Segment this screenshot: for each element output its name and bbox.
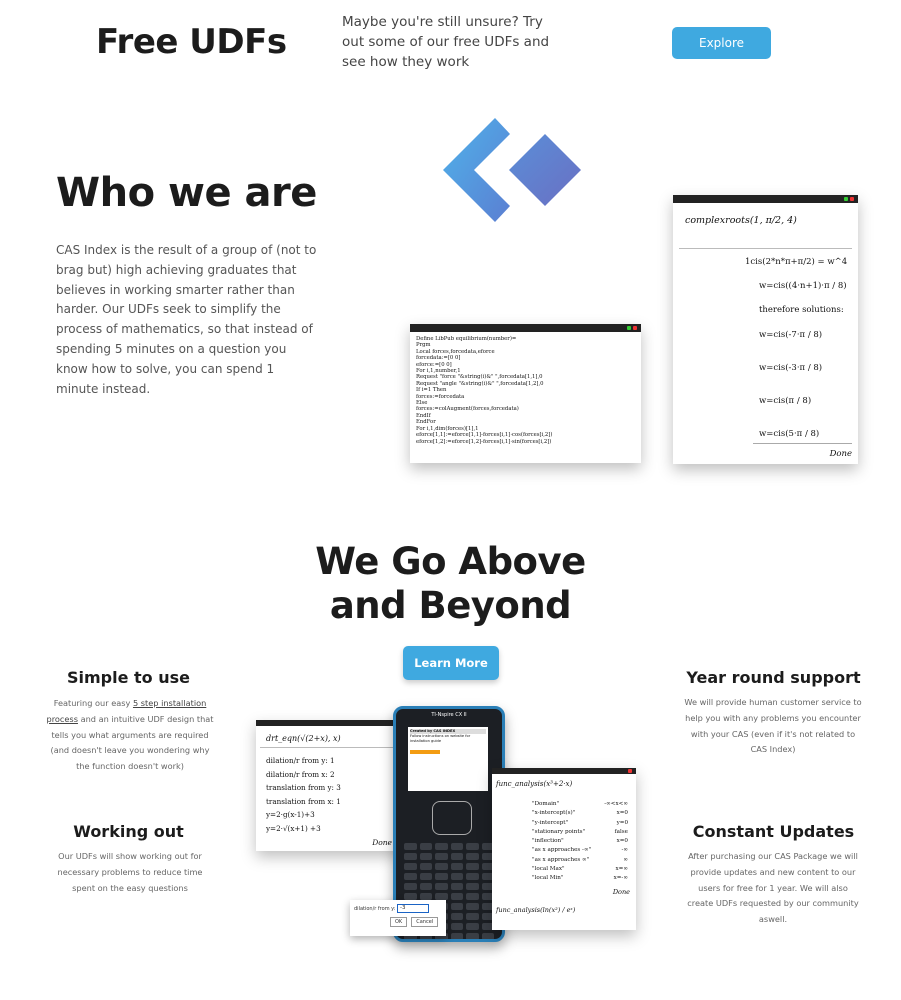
func-analysis-row: "y-intercept" y=0 — [532, 819, 628, 828]
learn-more-button[interactable]: Learn More — [403, 646, 499, 680]
divider — [753, 443, 852, 444]
complexroots-input: complexroots(1, π/2, 4) — [679, 203, 852, 249]
calculator-touchpad — [432, 801, 472, 835]
above-beyond-title-line2: and Beyond — [329, 584, 572, 627]
func-analysis-key: "stationary points" — [532, 828, 586, 835]
drt-line: translation from y: 3 — [266, 783, 341, 792]
func-analysis-key: "y-intercept" — [532, 819, 569, 826]
window-bar — [673, 195, 858, 203]
calculator-screen-text: Follow instructions on website for insta… — [410, 734, 471, 743]
explore-button[interactable]: Explore — [672, 27, 771, 59]
done-label: Done — [829, 449, 852, 459]
func-analysis-value: false — [614, 828, 628, 835]
done-label: Done — [612, 888, 630, 896]
func-analysis-next-input: func_analysis(ln(x²) / eˣ) — [496, 906, 576, 914]
complexroots-solution: w=cis(π / 8) — [759, 395, 812, 406]
func-analysis-key: "as x approaches -∞" — [532, 847, 592, 854]
drt-line: dilation/r from y: 1 — [266, 756, 335, 765]
func-analysis-value: ∞ — [623, 856, 628, 863]
code-line: eforce[1,2]:=eforce[1,2]-forces[i,1]·sin… — [416, 438, 552, 445]
done-label: Done — [372, 838, 392, 847]
above-beyond-title-line1: We Go Above — [315, 540, 586, 583]
func-analysis-value: x=0 — [616, 838, 628, 845]
func-analysis-row: "inflection" x=0 — [532, 837, 628, 846]
feature-text-updates: After purchasing our CAS Package we will… — [687, 851, 859, 925]
window-dot — [627, 326, 631, 330]
drt-eqn-input: drt_eqn(√(2+x), x) — [260, 726, 398, 748]
func-analysis-row: "as x approaches ∞" ∞ — [532, 856, 628, 865]
window-bar — [410, 324, 641, 332]
func-analysis-row: "stationary points" false — [532, 828, 628, 837]
func-analysis-key: "local Max" — [532, 866, 565, 873]
window-bar — [492, 768, 636, 774]
free-udfs-text: Maybe you're still unsure? Try out some … — [342, 14, 550, 70]
window-dot — [633, 326, 637, 330]
func-analysis-key: "inflection" — [532, 838, 564, 845]
drt-line: dilation/r from x: 2 — [266, 769, 335, 779]
window-dot — [844, 197, 848, 201]
drt-line: y=2·g(x-1)+3 — [266, 810, 315, 819]
func-analysis-key: "Domain" — [532, 801, 560, 807]
complexroots-therefore: therefore solutions: — [759, 305, 844, 315]
window-dot — [628, 769, 632, 773]
free-udfs-title: Free UDFs — [96, 22, 287, 62]
func-analysis-value: -∞<x<∞ — [604, 801, 628, 807]
feature-text-support: We will provide human customer service t… — [684, 697, 862, 755]
feature-text-working: Our UDFs will show working out for neces… — [57, 851, 203, 893]
dialog-label: dilation/r from y: — [354, 906, 396, 912]
func-analysis-key: "x-intercept(s)" — [532, 810, 576, 817]
func-analysis-row: "x-intercept(s)" x=0 — [532, 809, 628, 818]
feature-title-simple: Simple to use — [66, 668, 190, 687]
func-analysis-key: "as x approaches ∞" — [532, 856, 590, 863]
func-analysis-value: x=-∞ — [613, 875, 628, 882]
func-analysis-screenshot: func_analysis(x³+2·x) "Domain" -∞<x<∞ "x-i… — [492, 768, 636, 930]
func-analysis-input: func_analysis(x³+2·x) — [496, 780, 573, 788]
calculator-brand: TI-Nspire CX II — [431, 712, 467, 718]
feature-title-updates: Constant Updates — [692, 822, 855, 841]
who-we-are-title: Who we are — [56, 170, 317, 216]
dialog-ok-button[interactable]: OK — [390, 917, 408, 927]
func-analysis-row: "local Min" x=-∞ — [532, 874, 628, 883]
complexroots-general: w=cis((4·n+1)·π / 8) — [759, 280, 847, 291]
func-analysis-row: "as x approaches -∞" -∞ — [532, 846, 628, 855]
dialog-input[interactable]: -3 — [397, 904, 430, 913]
drt-line: y=2·√(x+1) +3 — [266, 823, 321, 833]
complexroots-solution: w=cis(-7·π / 8) — [759, 329, 823, 340]
func-analysis-row: "local Max" x=∞ — [532, 865, 628, 874]
code-screenshot: Define LibPub equilibrium(number)= Prgm Lo… — [410, 324, 641, 463]
func-analysis-value: y=0 — [616, 819, 628, 826]
above-beyond-title: We Go Above and Beyond — [0, 540, 901, 628]
code-lines: Define LibPub equilibrium(number)= Prgm Lo… — [410, 332, 641, 449]
func-analysis-value: -∞ — [621, 847, 628, 854]
complexroots-solution: w=cis(-3·π / 8) — [759, 362, 823, 373]
window-dot — [850, 197, 854, 201]
window-bar — [256, 720, 402, 726]
func-analysis-key: "local Min" — [532, 875, 564, 882]
feature-text-part: Featuring our easy — [53, 698, 133, 708]
who-we-are-text: CAS Index is the result of a group of (n… — [56, 243, 317, 396]
func-analysis-table: "Domain" -∞<x<∞ "x-intercept(s)" x=0 "y-inte… — [492, 798, 636, 884]
func-analysis-row: "Domain" -∞<x<∞ — [532, 800, 628, 809]
cas-index-logo — [443, 118, 581, 222]
calculator-screen-highlight — [410, 750, 440, 754]
complexroots-screenshot: complexroots(1, π/2, 4) 1cis(2*n*π+π/2) … — [673, 195, 858, 464]
calculator-screen: Created by CAS INDEX Follow instructions… — [408, 727, 488, 791]
drt-line: translation from x: 1 — [266, 796, 341, 806]
func-analysis-value: x=∞ — [615, 866, 628, 873]
input-dialog: dilation/r from y: -3 OK Cancel — [350, 900, 446, 936]
complexroots-solution: w=cis(5·π / 8) — [759, 428, 820, 439]
feature-title-support: Year round support — [686, 668, 861, 687]
dialog-cancel-button[interactable]: Cancel — [411, 917, 439, 927]
complexroots-equation: 1cis(2*n*π+π/2) = w^4 — [745, 257, 848, 267]
drt-eqn-screenshot: drt_eqn(√(2+x), x) dilation/r from y: 1 … — [256, 720, 402, 851]
feature-text-simple: Featuring our easy 5 step installation p… — [44, 696, 216, 775]
func-analysis-value: x=0 — [616, 810, 628, 817]
feature-title-working: Working out — [73, 822, 184, 841]
